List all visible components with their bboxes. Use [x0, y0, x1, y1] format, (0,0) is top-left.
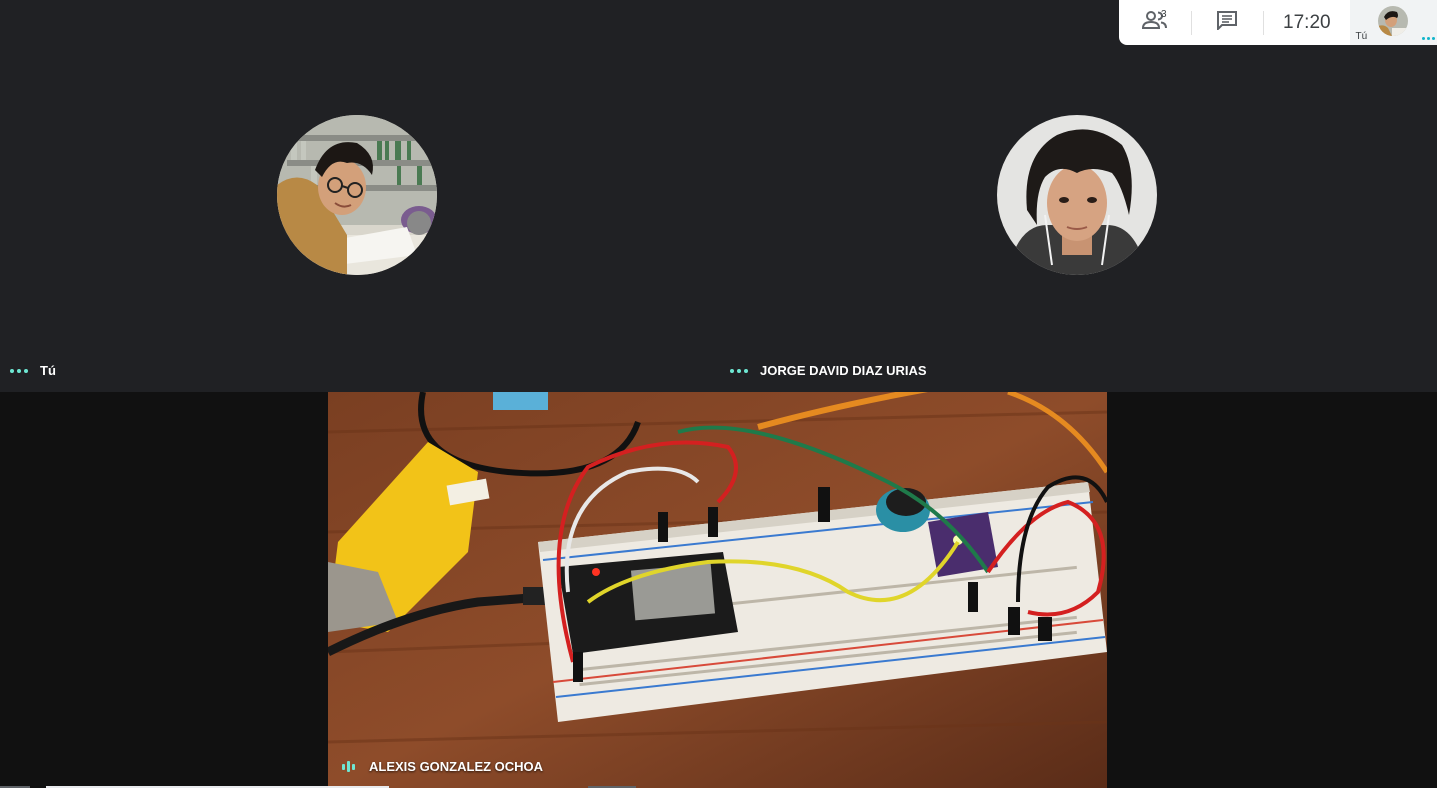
meeting-topbar: 3 17:20 Tú [1119, 0, 1437, 45]
participant-tile-jorge[interactable]: JORGE DAVID DIAZ URIAS [718, 0, 1437, 392]
people-count: 3 [1161, 9, 1167, 20]
more-options-icon[interactable] [730, 368, 748, 373]
self-avatar [1377, 6, 1408, 36]
clock-time: 17:20 [1263, 10, 1349, 35]
self-label: Tú [1355, 31, 1368, 42]
participant-name-self-label: Tú [40, 363, 56, 378]
audio-level-icon [342, 761, 355, 772]
more-options-icon[interactable] [1422, 37, 1435, 40]
participant-avatar-self [277, 115, 437, 275]
presenter-video[interactable]: ALEXIS GONZALEZ OCHOA [328, 392, 1107, 788]
presentation-area: ALEXIS GONZALEZ OCHOA [0, 392, 1437, 788]
participant-name-jorge: JORGE DAVID DIAZ URIAS [730, 363, 927, 378]
chat-icon [1216, 10, 1238, 35]
presenter-name-tag: ALEXIS GONZALEZ OCHOA [342, 759, 543, 774]
participant-name-jorge-label: JORGE DAVID DIAZ URIAS [760, 363, 927, 378]
self-view-button[interactable]: Tú [1349, 0, 1437, 45]
meeting-stage: Tú JORGE DAVID DIAZ URIAS ALEXIS GONZALE… [0, 0, 1437, 788]
presenter-name-label: ALEXIS GONZALEZ OCHOA [369, 759, 544, 774]
participant-tile-self[interactable]: Tú [0, 0, 718, 392]
chat-button[interactable] [1190, 10, 1264, 35]
participant-name-self: Tú [10, 363, 56, 378]
participant-avatar-jorge [997, 115, 1157, 275]
people-button[interactable]: 3 [1119, 0, 1191, 45]
more-options-icon[interactable] [10, 368, 28, 373]
